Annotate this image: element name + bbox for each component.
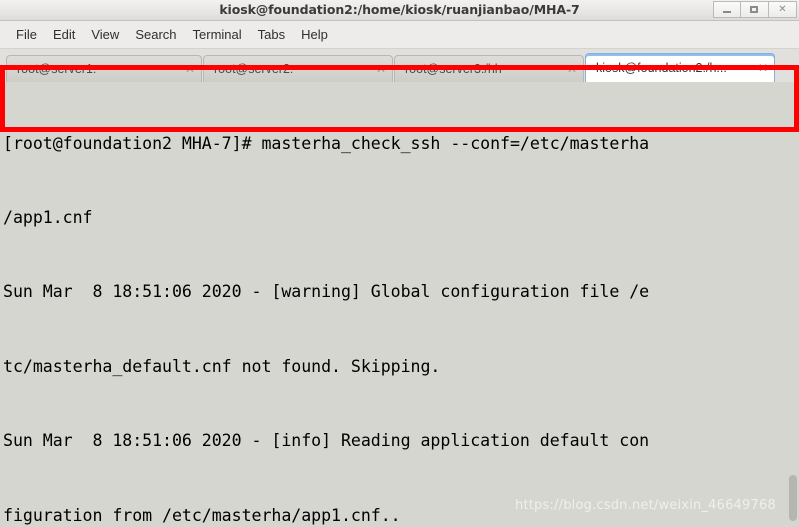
tab-close-icon[interactable]: ✕ bbox=[185, 63, 195, 75]
maximize-button[interactable] bbox=[741, 1, 769, 18]
terminal-output-area[interactable]: [root@foundation2 MHA-7]# masterha_check… bbox=[0, 82, 799, 527]
minimize-icon bbox=[723, 11, 731, 13]
tab-bar: root@server1:~ ✕ root@server2:~ ✕ root@s… bbox=[0, 49, 799, 82]
menu-bar: File Edit View Search Terminal Tabs Help bbox=[0, 21, 799, 49]
terminal-line: /app1.cnf bbox=[3, 207, 93, 227]
tab-close-icon[interactable]: ✕ bbox=[376, 63, 386, 75]
terminal-text: [root@foundation2 MHA-7]# masterha_check… bbox=[3, 82, 793, 527]
tab-close-icon[interactable]: ✕ bbox=[567, 63, 577, 75]
menu-item-tabs[interactable]: Tabs bbox=[250, 24, 293, 45]
scrollbar-thumb[interactable] bbox=[789, 475, 797, 521]
close-icon: ✕ bbox=[778, 3, 787, 15]
title-bar: kiosk@foundation2:/home/kiosk/ruanjianba… bbox=[0, 0, 799, 21]
terminal-line: [root@foundation2 MHA-7]# masterha_check… bbox=[3, 133, 650, 153]
terminal-line: tc/masterha_default.cnf not found. Skipp… bbox=[3, 356, 441, 376]
tab-label: root@server1:~ bbox=[17, 62, 104, 76]
tab-close-icon[interactable]: ✕ bbox=[758, 62, 768, 74]
window-title: kiosk@foundation2:/home/kiosk/ruanjianba… bbox=[219, 2, 580, 17]
tab-kiosk-foundation2[interactable]: kiosk@foundation2:/h... ✕ bbox=[585, 53, 775, 82]
minimize-button[interactable] bbox=[713, 1, 741, 18]
tab-root-server2[interactable]: root@server2:~ ✕ bbox=[203, 55, 393, 82]
menu-item-search[interactable]: Search bbox=[127, 24, 184, 45]
tab-label: root@server2:~ bbox=[214, 62, 301, 76]
terminal-line: Sun Mar 8 18:51:06 2020 - [warning] Glob… bbox=[3, 282, 650, 302]
close-button[interactable]: ✕ bbox=[769, 1, 797, 18]
terminal-line: figuration from /etc/masterha/app1.cnf.. bbox=[3, 505, 401, 525]
window-controls: ✕ bbox=[713, 1, 797, 18]
menu-item-terminal[interactable]: Terminal bbox=[185, 24, 250, 45]
menu-item-edit[interactable]: Edit bbox=[45, 24, 83, 45]
tab-root-server3[interactable]: root@server3:/hh ✕ bbox=[394, 55, 584, 82]
tab-label: kiosk@foundation2:/h... bbox=[596, 61, 727, 75]
menu-item-file[interactable]: File bbox=[8, 24, 45, 45]
tab-root-server1[interactable]: root@server1:~ ✕ bbox=[6, 55, 202, 82]
maximize-icon bbox=[750, 6, 758, 13]
terminal-scrollbar[interactable] bbox=[785, 82, 799, 527]
menu-item-help[interactable]: Help bbox=[293, 24, 336, 45]
terminal-window: kiosk@foundation2:/home/kiosk/ruanjianba… bbox=[0, 0, 799, 527]
tab-label: root@server3:/hh bbox=[405, 62, 502, 76]
menu-item-view[interactable]: View bbox=[83, 24, 127, 45]
terminal-line: Sun Mar 8 18:51:06 2020 - [info] Reading… bbox=[3, 431, 650, 451]
